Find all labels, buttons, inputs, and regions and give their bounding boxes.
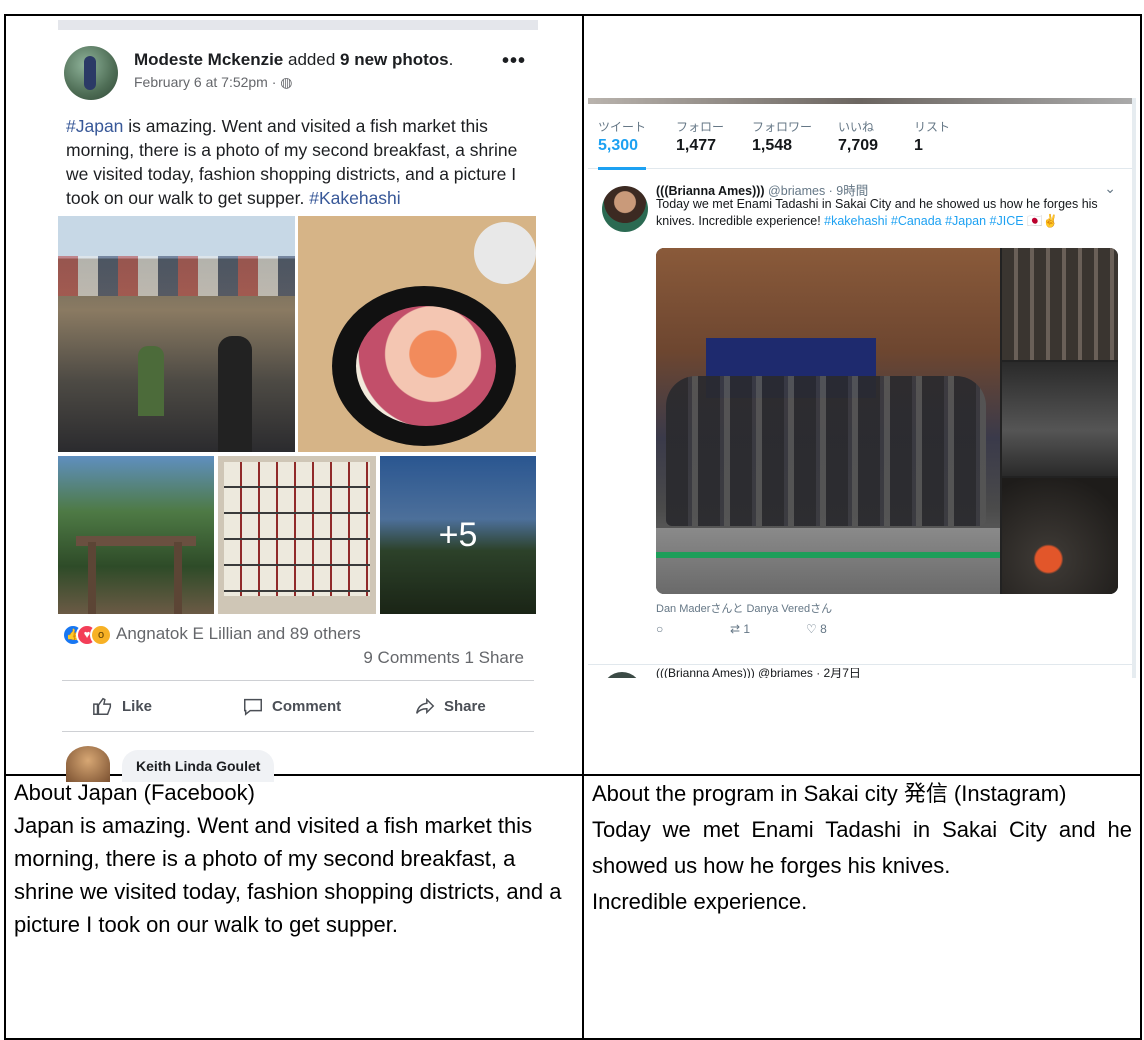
- photo-knives[interactable]: [1002, 248, 1118, 360]
- comment-label: Comment: [272, 697, 342, 715]
- photo-more[interactable]: +5: [380, 456, 536, 614]
- person-shape: [138, 346, 164, 416]
- comparison-table: Modeste Mckenzie added 9 new photos. Feb…: [4, 14, 1142, 1040]
- comment-button[interactable]: Comment: [242, 695, 341, 717]
- photo-group[interactable]: [656, 248, 1000, 594]
- title-period: .: [448, 50, 454, 69]
- stat-label: フォロー: [676, 120, 725, 134]
- post-header: Modeste Mckenzie added 9 new photos. Feb…: [58, 44, 538, 110]
- post-date[interactable]: February 6 at 7:52pm · ◍: [134, 74, 293, 91]
- tweet-actions: ○ ⇄ 1 ♡ 8: [656, 622, 956, 642]
- shop-awnings: [58, 256, 295, 296]
- stat-value: 1,477: [676, 137, 717, 154]
- next-tweet[interactable]: (((Brianna Ames))) @briames · 2月7日: [602, 668, 1122, 678]
- like-button[interactable]: Like: [92, 695, 152, 717]
- tweet-text: Today we met Enami Tadashi in Sakai City…: [656, 196, 1116, 230]
- post-title: Modeste Mckenzie added 9 new photos.: [134, 50, 453, 70]
- like-button[interactable]: ♡ 8: [806, 622, 827, 636]
- tweet-media[interactable]: [656, 248, 1118, 594]
- facebook-screenshot-cell: Modeste Mckenzie added 9 new photos. Feb…: [4, 14, 584, 782]
- stat-tweets[interactable]: ツイート 5,300: [598, 118, 647, 170]
- comment-bubble-icon: [244, 698, 262, 716]
- post-text: #Japan is amazing. Went and visited a fi…: [58, 114, 538, 210]
- sashimi-shape: [356, 306, 496, 426]
- stat-value: 5,300: [598, 137, 639, 154]
- facebook-caption-cell: About Japan (Facebook) Japan is amazing.…: [4, 774, 584, 1040]
- more-options-icon[interactable]: •••: [502, 50, 526, 73]
- post-body: is amazing. Went and visited a fish mark…: [66, 116, 518, 208]
- next-tweet-header: (((Brianna Ames))) @briames · 2月7日: [656, 668, 861, 678]
- person-shape: [218, 336, 252, 452]
- comment-preview: Keith Linda Goulet: [58, 732, 538, 782]
- commenter-name[interactable]: Keith Linda Goulet: [122, 750, 275, 782]
- street: [656, 528, 1000, 594]
- facebook-post: Modeste Mckenzie added 9 new photos. Feb…: [58, 20, 538, 782]
- action-bar: Like Comment Share: [62, 680, 534, 732]
- cup-shape: [474, 222, 536, 284]
- tweet-hashtags[interactable]: #kakehashi #Canada #Japan #JICE: [824, 214, 1023, 228]
- hashtag-kakehashi[interactable]: #Kakehashi: [309, 188, 400, 208]
- photo-breakfast[interactable]: [298, 216, 536, 452]
- profile-stats: ツイート 5,300 フォロー 1,477 フォロワー 1,548 いいね 7,709 …: [588, 118, 1134, 170]
- media-tags[interactable]: Dan Maderさんと Danya Veredさん: [656, 600, 832, 616]
- facebook-caption-body: Japan is amazing. Went and visited a fis…: [14, 813, 562, 937]
- twitter-caption-title: About the program in Sakai city 発信 (Inst…: [592, 781, 1067, 806]
- hashtag-japan[interactable]: #Japan: [66, 116, 123, 136]
- stat-value: 1,548: [752, 137, 793, 154]
- twitter-screenshot-cell: ツイート 5,300 フォロー 1,477 フォロワー 1,548 いいね 7,709 …: [582, 14, 1142, 776]
- reply-icon[interactable]: ○: [656, 622, 663, 636]
- stat-value: 7,709: [838, 137, 879, 154]
- avatar-figure: [84, 56, 96, 90]
- wow-reaction-icon[interactable]: o: [90, 624, 112, 646]
- barrel-rows: [224, 462, 370, 596]
- scrollbar[interactable]: [1132, 98, 1136, 678]
- top-bar: [58, 20, 538, 30]
- twitter-caption-body: Today we met Enami Tadashi in Sakai City…: [592, 817, 1132, 878]
- share-label: Share: [444, 697, 486, 715]
- comment-share-counts[interactable]: 9 Comments 1 Share: [363, 648, 524, 668]
- twitter-caption-ending: Incredible experience.: [592, 889, 808, 914]
- stat-label: リスト: [914, 120, 951, 134]
- like-label: Like: [122, 697, 153, 715]
- share-arrow-icon: [416, 697, 435, 715]
- stat-lists[interactable]: リスト 1: [914, 118, 950, 155]
- torii-pillar: [88, 542, 96, 614]
- stat-following[interactable]: フォロー 1,477: [676, 118, 724, 155]
- twitter-profile: ツイート 5,300 フォロー 1,477 フォロワー 1,548 いいね 7,709 …: [588, 98, 1134, 678]
- stat-label: フォロワー: [752, 120, 813, 134]
- more-photos-count[interactable]: +5: [380, 456, 536, 614]
- thumbs-up-icon: [93, 697, 112, 715]
- next-tweet-avatar: [602, 672, 642, 678]
- header-image-edge: [588, 98, 1134, 104]
- commenter-avatar[interactable]: [66, 746, 110, 782]
- stat-label: いいね: [838, 120, 875, 134]
- stat-label: ツイート: [598, 120, 647, 134]
- stat-likes[interactable]: いいね 7,709: [838, 118, 878, 155]
- stat-followers[interactable]: フォロワー 1,548: [752, 118, 812, 155]
- photo-fish-market[interactable]: [58, 216, 295, 452]
- stat-value: 1: [914, 137, 923, 154]
- photo-sake-barrels[interactable]: [218, 456, 376, 614]
- share-button[interactable]: Share: [414, 695, 486, 717]
- retweet-button[interactable]: ⇄ 1: [730, 622, 750, 636]
- photo-grid: +5: [58, 216, 536, 614]
- chevron-down-icon[interactable]: ⌄: [1104, 180, 1116, 197]
- group-of-people: [666, 376, 986, 526]
- photo-shrine[interactable]: [58, 456, 214, 614]
- twitter-caption-cell: About the program in Sakai city 発信 (Inst…: [582, 774, 1142, 1040]
- tweet-avatar[interactable]: [602, 186, 648, 232]
- reactions-bar: 👍 ♥ o Angnatok E Lillian and 89 others 9…: [58, 620, 538, 680]
- author-name[interactable]: Modeste Mckenzie: [134, 50, 283, 69]
- post-action: added: [288, 50, 336, 69]
- tweet-emoji: 🇯🇵✌: [1027, 214, 1059, 228]
- photo-forge[interactable]: [1002, 478, 1118, 594]
- torii-pillar: [174, 542, 182, 614]
- tweet[interactable]: (((Brianna Ames))) @briames · 9時間 ⌄ Toda…: [588, 174, 1134, 665]
- author-avatar[interactable]: [64, 46, 118, 100]
- reactions-text[interactable]: Angnatok E Lillian and 89 others: [116, 624, 361, 644]
- photo-workshop[interactable]: [1002, 362, 1118, 476]
- photo-count[interactable]: 9 new photos: [340, 50, 449, 69]
